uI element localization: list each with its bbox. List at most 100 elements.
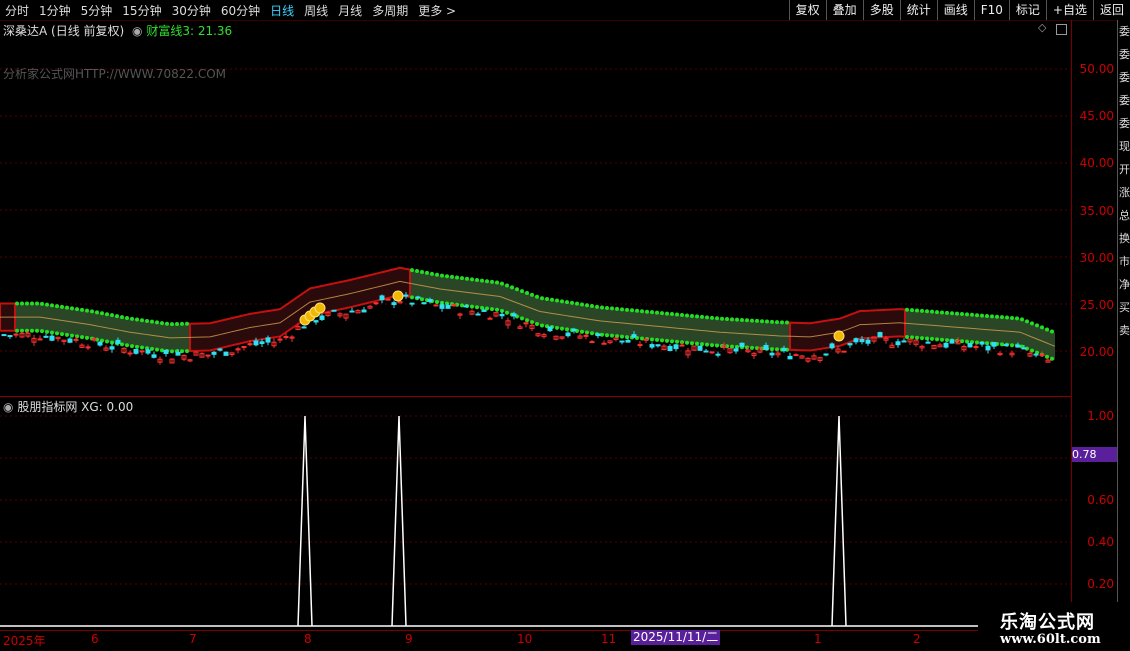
candle-body bbox=[655, 344, 661, 347]
band-dot bbox=[495, 307, 499, 312]
tab-60min[interactable]: 60分钟 bbox=[216, 2, 265, 19]
band-dot bbox=[540, 323, 544, 328]
band-dot bbox=[150, 319, 154, 324]
restore-rights-button[interactable]: 复权 bbox=[788, 0, 826, 20]
band-dot bbox=[1050, 329, 1054, 334]
back-button[interactable]: 返回 bbox=[1092, 0, 1130, 20]
band-dot bbox=[135, 317, 139, 322]
strip-char: 净 bbox=[1119, 278, 1130, 291]
band-dot bbox=[125, 343, 129, 348]
candle-body bbox=[895, 341, 901, 346]
band-dot bbox=[635, 308, 639, 313]
band-dot bbox=[455, 275, 459, 280]
window-toggle-icon[interactable] bbox=[1056, 24, 1067, 35]
band-dot bbox=[700, 342, 704, 347]
tab-weekly[interactable]: 周线 bbox=[299, 2, 333, 19]
strip-char: 市 bbox=[1119, 255, 1130, 268]
band-dot bbox=[1025, 319, 1029, 324]
band-dot bbox=[145, 318, 149, 323]
candle-body bbox=[109, 346, 115, 350]
band-dot bbox=[160, 348, 164, 353]
candle-body bbox=[277, 338, 283, 341]
band-dot bbox=[30, 301, 34, 306]
tab-daily[interactable]: 日线 bbox=[265, 2, 299, 19]
band-dot bbox=[630, 308, 634, 313]
band-dot bbox=[170, 322, 174, 327]
add-watchlist-button[interactable]: +自选 bbox=[1045, 0, 1093, 20]
candle-body bbox=[205, 354, 211, 357]
candle-body bbox=[649, 344, 655, 348]
band-dot bbox=[130, 344, 134, 349]
candle-body bbox=[253, 340, 259, 346]
y-tick: 50.00 bbox=[1079, 62, 1114, 76]
band-dot bbox=[720, 316, 724, 321]
stock-title[interactable]: 深桑达A (日线 前复权) bbox=[3, 24, 124, 38]
band-dot bbox=[640, 336, 644, 341]
statistics-button[interactable]: 统计 bbox=[899, 0, 937, 20]
band-dot bbox=[915, 308, 919, 313]
candle-body bbox=[781, 347, 787, 351]
band-dot bbox=[525, 291, 529, 296]
candle-body bbox=[211, 351, 217, 355]
band-dot bbox=[905, 307, 909, 312]
date-label: 9 bbox=[405, 632, 413, 646]
tab-15min[interactable]: 15分钟 bbox=[117, 2, 166, 19]
signal-coin bbox=[833, 330, 845, 342]
indicator-toggle-icon[interactable]: ◉ bbox=[132, 24, 142, 38]
band-dot bbox=[515, 287, 519, 292]
band-dot bbox=[140, 318, 144, 323]
diamond-icon[interactable]: ◇ bbox=[1038, 21, 1047, 34]
band-dot bbox=[540, 296, 544, 301]
band-dot bbox=[115, 314, 119, 319]
candle-body bbox=[631, 334, 637, 338]
mark-button[interactable]: 标记 bbox=[1008, 0, 1046, 20]
f10-button[interactable]: F10 bbox=[973, 0, 1009, 20]
tab-more[interactable]: 更多 > bbox=[413, 2, 461, 19]
strip-char: 换 bbox=[1119, 232, 1130, 245]
strip-char: 委 bbox=[1119, 48, 1130, 61]
band-dot bbox=[105, 312, 109, 317]
quote-info-strip[interactable]: 委 委 委 委 委 现 开 涨 总 换 市 净 买 卖 bbox=[1117, 20, 1130, 629]
draw-line-button[interactable]: 画线 bbox=[936, 0, 974, 20]
band-dot bbox=[505, 310, 509, 315]
tab-30min[interactable]: 30分钟 bbox=[167, 2, 216, 19]
candle-body bbox=[463, 305, 469, 308]
tab-fenshi[interactable]: 分时 bbox=[0, 2, 34, 19]
band-dot bbox=[1045, 327, 1049, 332]
y-tick: 20.00 bbox=[1079, 345, 1114, 359]
band-dot bbox=[25, 301, 29, 306]
band-dot bbox=[580, 302, 584, 307]
tab-1min[interactable]: 1分钟 bbox=[34, 2, 76, 19]
band-dot bbox=[445, 274, 449, 279]
tab-multi-period[interactable]: 多周期 bbox=[367, 2, 413, 19]
band-dot bbox=[915, 335, 919, 340]
band-dot bbox=[750, 345, 754, 350]
candle-body bbox=[625, 339, 631, 343]
collapse-icon[interactable]: ◉ bbox=[3, 400, 13, 414]
date-label: 10 bbox=[517, 632, 533, 646]
tab-5min[interactable]: 5分钟 bbox=[76, 2, 118, 19]
watermark-text: 分析家公式网HTTP://WWW.70822.COM bbox=[3, 67, 227, 81]
band-dot bbox=[740, 317, 744, 322]
date-axis: 2025年 6 7 8 9 10 11 1 2 bbox=[0, 630, 1071, 651]
band-dot bbox=[770, 319, 774, 324]
band-dot bbox=[495, 280, 499, 285]
band-dot bbox=[485, 279, 489, 284]
indicator-title[interactable]: 股朋指标网 bbox=[17, 400, 77, 414]
band-dot bbox=[665, 338, 669, 343]
candle-body bbox=[13, 333, 19, 336]
band-dot bbox=[655, 310, 659, 315]
band-dot bbox=[755, 318, 759, 323]
band-dot bbox=[155, 320, 159, 325]
band-dot bbox=[185, 349, 189, 354]
band-dot bbox=[780, 320, 784, 325]
overlay-button[interactable]: 叠加 bbox=[825, 0, 863, 20]
band-dot bbox=[705, 342, 709, 347]
tab-monthly[interactable]: 月线 bbox=[333, 2, 367, 19]
band-dot bbox=[65, 305, 69, 310]
candle-body bbox=[673, 344, 679, 350]
candle-body bbox=[403, 294, 409, 297]
indicator-pane[interactable] bbox=[0, 397, 1071, 629]
band-dot bbox=[550, 297, 554, 302]
multi-stock-button[interactable]: 多股 bbox=[862, 0, 900, 20]
